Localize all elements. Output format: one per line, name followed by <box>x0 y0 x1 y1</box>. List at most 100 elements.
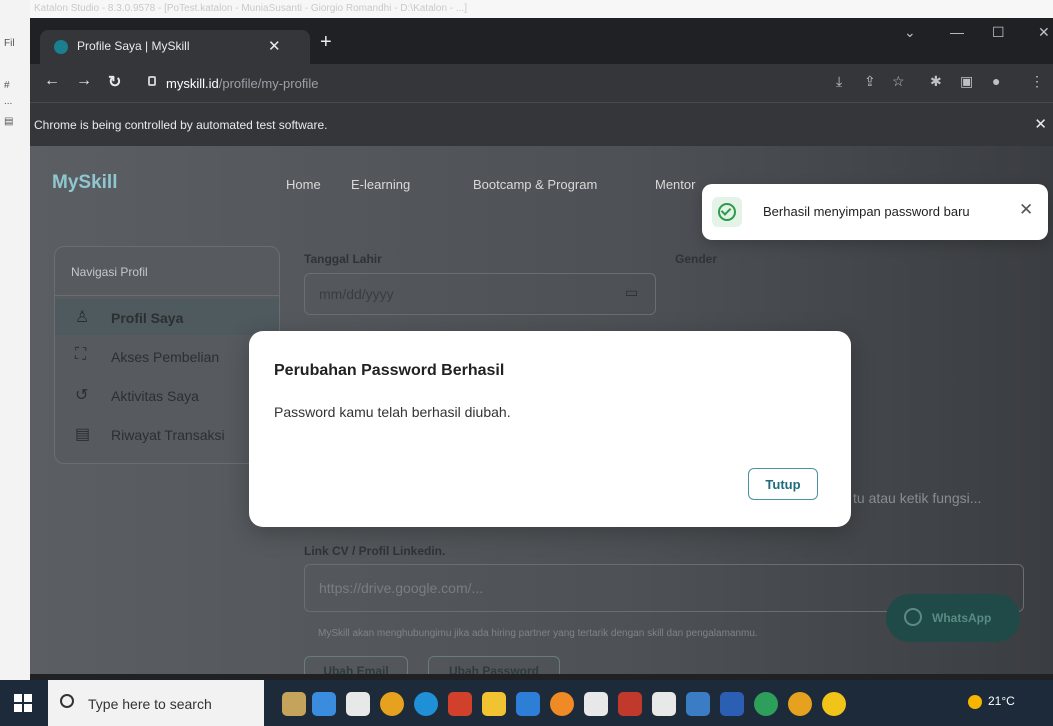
sidebar-item-aktivitas-saya[interactable]: ↺ Aktivitas Saya <box>55 377 279 413</box>
tab-search-icon[interactable]: ⌄ <box>904 24 916 41</box>
receipt-icon: ▤ <box>75 426 91 443</box>
sidebar-item-label: Profil Saya <box>111 310 184 326</box>
profile-icon[interactable]: ● <box>992 73 1000 89</box>
sidebar-item-label: Aktivitas Saya <box>111 388 199 404</box>
close-tab-icon[interactable]: ✕ <box>268 37 281 55</box>
file-explorer-icon[interactable] <box>482 692 506 716</box>
automation-infobar: Chrome is being controlled by automated … <box>30 102 1053 146</box>
background-strip-glyph: # <box>4 80 10 91</box>
browser-window: Profile Saya | MySkill ✕ + ⌄ — ☐ ✕ ← → ↻… <box>30 18 1053 680</box>
maximize-icon[interactable]: ☐ <box>992 24 1005 41</box>
lock-icon <box>148 76 156 86</box>
divider <box>55 295 279 296</box>
extensions-icon[interactable]: ✱ <box>930 73 942 90</box>
whatsapp-button[interactable]: WhatsApp <box>886 594 1020 642</box>
window-close-icon[interactable]: ✕ <box>1038 24 1050 41</box>
forward-icon[interactable]: → <box>76 72 92 90</box>
minimize-icon[interactable]: — <box>950 24 964 40</box>
chrome-canary-icon[interactable] <box>822 692 846 716</box>
tab-title: Profile Saya | MySkill <box>77 39 190 53</box>
password-success-modal: Perubahan Password Berhasil Password kam… <box>249 331 851 527</box>
word-icon[interactable] <box>720 692 744 716</box>
back-icon[interactable]: ← <box>44 72 60 90</box>
sidebar-item-akses-pembelian[interactable]: ⛶ Akses Pembelian <box>55 338 279 374</box>
pinned-app-icon[interactable] <box>282 692 306 716</box>
tab-strip: Profile Saya | MySkill ✕ + ⌄ — ☐ ✕ <box>30 18 1053 64</box>
menu-dots-icon[interactable]: ⋮ <box>1030 73 1044 90</box>
install-app-icon[interactable]: ⤓ <box>836 73 842 90</box>
taskbar-search-box[interactable]: Type here to search <box>48 680 264 726</box>
pinned-app-icon[interactable] <box>652 692 676 716</box>
sidebar-item-label: Riwayat Transaksi <box>111 427 225 443</box>
search-icon <box>60 694 74 708</box>
nav-home[interactable]: Home <box>286 177 321 192</box>
whatsapp-label: WhatsApp <box>932 611 992 625</box>
url-text: myskill.id/profile/my-profile <box>166 76 319 91</box>
background-menu-label: Fil <box>4 38 15 49</box>
toast-close-icon[interactable]: ✕ <box>1019 200 1033 220</box>
modal-title: Perubahan Password Berhasil <box>274 362 505 379</box>
temperature: 21°C <box>988 694 1015 708</box>
chrome-taskbar-icon[interactable] <box>788 692 812 716</box>
new-tab-icon[interactable]: + <box>320 31 332 54</box>
link-cv-label: Link CV / Profil Linkedin. <box>304 544 446 558</box>
share-icon[interactable]: ⇪ <box>864 73 876 90</box>
chrome-taskbar-icon[interactable] <box>380 692 404 716</box>
sidebar-item-riwayat-transaksi[interactable]: ▤ Riwayat Transaksi <box>55 416 279 452</box>
page-viewport: MySkill Home E-learning Bootcamp & Progr… <box>30 146 1053 674</box>
navigation-heading: Navigasi Profil <box>71 265 148 279</box>
partial-field-text: tu atau ketik fungsi... <box>853 490 982 506</box>
vscode-icon[interactable] <box>516 692 540 716</box>
modal-body: Password kamu telah berhasil diubah. <box>274 404 511 420</box>
sidebar-item-profil-saya[interactable]: ♙ Profil Saya <box>55 299 279 335</box>
pinned-app-icon[interactable] <box>754 692 778 716</box>
background-app-strip: Fil # ... ▤ <box>0 0 30 680</box>
browser-toolbar: ← → ↻ myskill.id/profile/my-profile ⤓ ⇪ … <box>30 64 1053 102</box>
reload-icon[interactable]: ↻ <box>108 72 121 92</box>
weather-icon <box>968 694 982 709</box>
pinned-app-icon[interactable] <box>346 692 370 716</box>
gender-label: Gender <box>675 252 718 266</box>
pinned-app-icon[interactable] <box>550 692 574 716</box>
nav-mentor[interactable]: Mentor <box>655 177 695 192</box>
tanggal-lahir-input[interactable]: mm/dd/yyyy ▭ <box>304 273 656 315</box>
check-circle-icon <box>712 197 742 227</box>
ubah-email-button[interactable]: Ubah Email <box>304 656 408 674</box>
side-panel-icon[interactable]: ▣ <box>960 73 973 90</box>
taskbar-search-placeholder: Type here to search <box>88 696 212 712</box>
background-app-title: Katalon Studio - 8.3.0.9578 - [PoTest.ka… <box>34 3 468 14</box>
success-toast: Berhasil menyimpan password baru ✕ <box>702 184 1048 240</box>
weather-widget[interactable]: 21°C <box>968 694 1015 709</box>
sidebar-item-label: Akses Pembelian <box>111 349 220 365</box>
link-cv-hint: MySkill akan menghubungimu jika ada hiri… <box>318 628 758 639</box>
browser-tab[interactable]: Profile Saya | MySkill ✕ <box>40 30 310 64</box>
edge-taskbar-icon[interactable] <box>414 692 438 716</box>
pinned-app-icon[interactable] <box>584 692 608 716</box>
user-icon: ♙ <box>75 309 90 326</box>
history-icon: ↺ <box>75 387 89 404</box>
bag-icon: ⛶ <box>75 346 87 363</box>
background-app-titlebar: Katalon Studio - 8.3.0.9578 - [PoTest.ka… <box>0 0 1053 18</box>
nav-bootcamp[interactable]: Bootcamp & Program <box>473 177 597 192</box>
infobar-close-icon[interactable]: ✕ <box>1034 115 1047 133</box>
tutup-button[interactable]: Tutup <box>748 468 818 500</box>
bookmark-star-icon[interactable]: ☆ <box>892 73 905 90</box>
pinned-app-icon[interactable] <box>448 692 472 716</box>
nav-elearning[interactable]: E-learning <box>351 177 410 192</box>
calendar-icon[interactable]: ▭ <box>625 284 638 301</box>
infobar-message: Chrome is being controlled by automated … <box>34 118 328 132</box>
pinned-app-icon[interactable] <box>312 692 336 716</box>
myskill-logo[interactable]: MySkill <box>52 172 117 194</box>
ubah-password-button[interactable]: Ubah Password <box>428 656 560 674</box>
pinned-app-icon[interactable] <box>686 692 710 716</box>
pinned-app-icon[interactable] <box>618 692 642 716</box>
address-bar[interactable]: myskill.id/profile/my-profile <box>136 68 936 98</box>
toast-message: Berhasil menyimpan password baru <box>763 204 970 219</box>
tanggal-lahir-label: Tanggal Lahir <box>304 252 382 266</box>
link-cv-placeholder: https://drive.google.com/... <box>319 580 484 596</box>
profile-navigation-card: Navigasi Profil ♙ Profil Saya ⛶ Akses Pe… <box>54 246 280 464</box>
site-favicon-icon <box>54 40 68 54</box>
windows-start-icon[interactable] <box>14 694 32 712</box>
background-strip-glyph: ... <box>4 96 13 107</box>
date-placeholder: mm/dd/yyyy <box>319 286 394 302</box>
